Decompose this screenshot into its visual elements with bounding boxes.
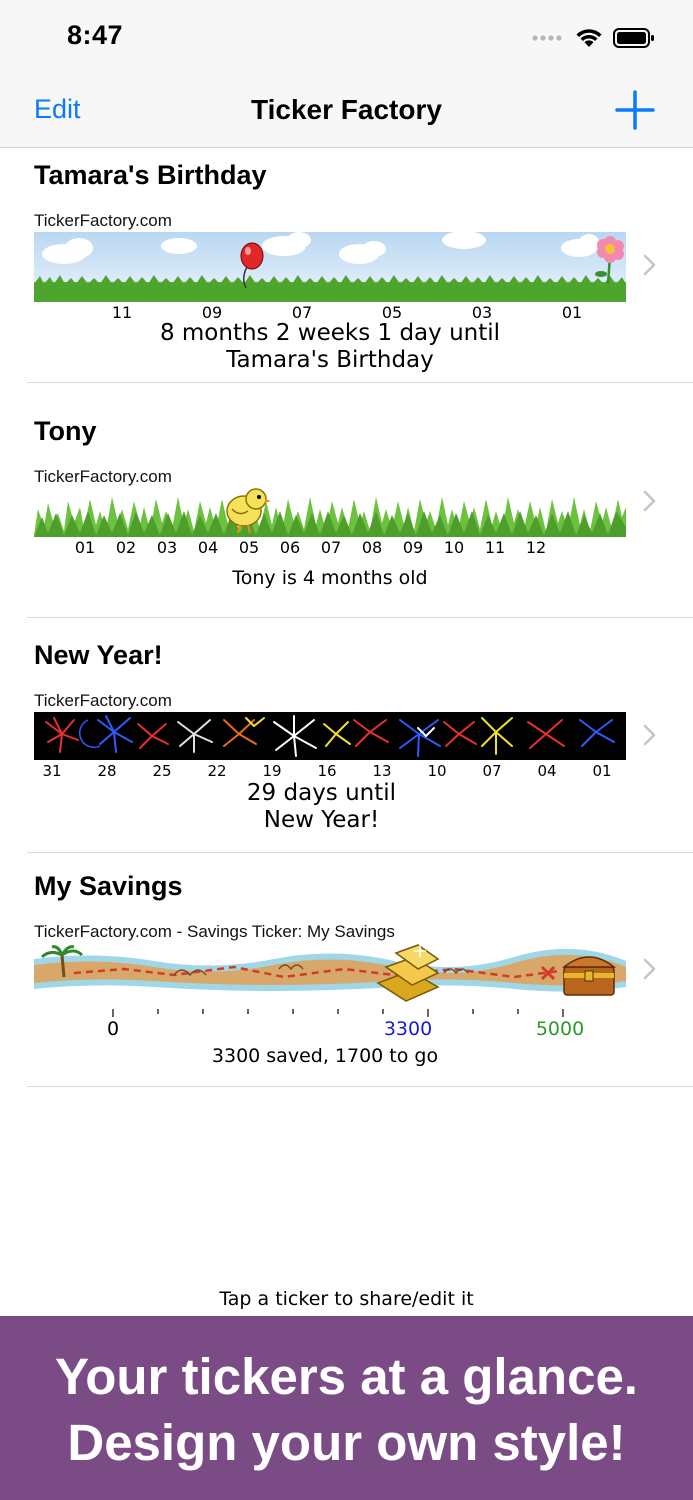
tick-label: 05 bbox=[238, 538, 260, 557]
status-time: 8:47 bbox=[67, 20, 124, 50]
ticker-title: Tamara's Birthday bbox=[34, 160, 267, 190]
ticker-caption-line: 29 days until bbox=[246, 780, 397, 806]
tick-label: 11 bbox=[484, 538, 506, 557]
ticker-caption: 8 months 2 weeks 1 day until Tamara's Bi… bbox=[34, 320, 626, 374]
ticker-scale: 31 28 25 22 19 16 13 10 07 04 01 bbox=[34, 762, 626, 782]
ticker-row-savings[interactable]: My Savings TickerFactory.com - Savings T… bbox=[0, 853, 693, 1086]
ticker-caption-line: 3300 saved, 1700 to go bbox=[211, 1045, 439, 1067]
navigation-bar: Edit Ticker Factory bbox=[0, 72, 693, 148]
tick-label: 07 bbox=[320, 538, 342, 557]
status-bar: 8:47 bbox=[0, 0, 693, 72]
ticker-image-balloon-meadow bbox=[34, 232, 626, 302]
ticker-image-chick-grass bbox=[34, 488, 626, 537]
tick-label: 10 bbox=[443, 538, 465, 557]
chevron-right-icon bbox=[643, 254, 656, 276]
tick-label: 12 bbox=[525, 538, 547, 557]
wifi-icon bbox=[576, 29, 602, 47]
tick-label: 04 bbox=[537, 762, 557, 780]
ticker-row-new-year[interactable]: New Year! TickerFactory.com 31 28 25 22 … bbox=[0, 618, 693, 852]
goal-value-label: 5000 bbox=[535, 1018, 585, 1040]
tick-label: 16 bbox=[317, 762, 337, 780]
ticker-row-birthday[interactable]: Tamara's Birthday TickerFactory.com 11 0… bbox=[0, 148, 693, 383]
ticker-source: TickerFactory.com - Savings Ticker: My S… bbox=[34, 922, 395, 941]
row-divider bbox=[27, 1086, 693, 1087]
ticker-caption-line: Tony is 4 months old bbox=[232, 567, 428, 589]
tick-label: 04 bbox=[197, 538, 219, 557]
footer-hint: Tap a ticker to share/edit it bbox=[219, 1288, 474, 1310]
tick-label: 09 bbox=[402, 538, 424, 557]
scale-start-label: 0 bbox=[106, 1018, 120, 1040]
ticker-title: My Savings bbox=[34, 871, 183, 901]
ticker-row-tony[interactable]: Tony TickerFactory.com 01 02 03 04 05 06… bbox=[0, 383, 693, 617]
ticker-caption-line: New Year! bbox=[263, 807, 380, 833]
ticker-caption-line: 8 months 2 weeks 1 day until bbox=[159, 320, 501, 346]
battery-icon bbox=[613, 28, 654, 48]
plus-icon[interactable] bbox=[615, 90, 655, 130]
ticker-image-treasure-map bbox=[34, 943, 626, 1003]
ticker-source: TickerFactory.com bbox=[34, 467, 172, 486]
ticker-title: Tony bbox=[34, 416, 97, 446]
tick-label: 31 bbox=[42, 762, 62, 780]
tick-label: 01 bbox=[74, 538, 96, 557]
ticker-caption: Tony is 4 months old bbox=[34, 565, 626, 592]
tick-label: 19 bbox=[262, 762, 282, 780]
promo-line: Design your own style! bbox=[67, 1414, 626, 1471]
status-indicators bbox=[531, 27, 655, 49]
ticker-source: TickerFactory.com bbox=[34, 691, 172, 710]
ticker-scale: 01 02 03 04 05 06 07 08 09 10 11 12 bbox=[34, 538, 626, 558]
tick-label: 10 bbox=[427, 762, 447, 780]
tick-label: 08 bbox=[361, 538, 383, 557]
chevron-right-icon bbox=[643, 490, 656, 512]
page-title: Ticker Factory bbox=[251, 94, 442, 125]
ticker-caption: 29 days until New Year! bbox=[34, 780, 609, 834]
chevron-right-icon bbox=[643, 958, 656, 980]
tick-label: 06 bbox=[279, 538, 301, 557]
ticker-title: New Year! bbox=[34, 640, 163, 670]
tick-label: 03 bbox=[156, 538, 178, 557]
ticker-image-fireworks bbox=[34, 712, 626, 760]
chevron-right-icon bbox=[643, 724, 656, 746]
ticker-caption-line: Tamara's Birthday bbox=[226, 347, 434, 373]
current-value-label: 3300 bbox=[383, 1018, 433, 1040]
treasure-chest-marker bbox=[561, 956, 617, 996]
promo-line: Your tickers at a glance. bbox=[55, 1348, 638, 1405]
tick-label: 13 bbox=[372, 762, 392, 780]
tick-label: 28 bbox=[97, 762, 117, 780]
tick-label: 01 bbox=[592, 762, 612, 780]
ticker-caption: 3300 saved, 1700 to go bbox=[34, 1043, 616, 1070]
cellular-signal-icon bbox=[532, 35, 562, 41]
ticker-scale: 0 3300 5000 bbox=[34, 1018, 626, 1042]
tick-label: 07 bbox=[482, 762, 502, 780]
tick-label: 25 bbox=[152, 762, 172, 780]
ticker-source: TickerFactory.com bbox=[34, 211, 172, 230]
tick-label: 02 bbox=[115, 538, 137, 557]
tick-label: 22 bbox=[207, 762, 227, 780]
promo-banner: Your tickers at a glance. Design your ow… bbox=[0, 1316, 693, 1500]
